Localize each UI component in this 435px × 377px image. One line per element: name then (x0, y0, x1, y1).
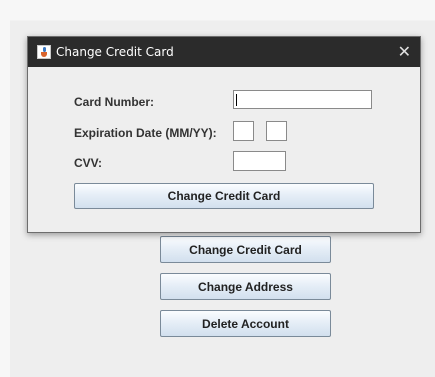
java-cup-icon (37, 45, 51, 59)
submit-change-credit-card-button[interactable]: Change Credit Card (74, 183, 374, 209)
card-number-label: Card Number: (74, 95, 155, 109)
change-address-button[interactable]: Change Address (160, 273, 331, 300)
text-caret (236, 94, 237, 106)
dialog-titlebar: Change Credit Card ✕ (28, 37, 420, 67)
dialog-title: Change Credit Card (56, 45, 174, 59)
expiration-date-label: Expiration Date (MM/YY): (74, 126, 217, 140)
change-credit-card-button[interactable]: Change Credit Card (160, 236, 331, 263)
card-number-field[interactable] (233, 90, 372, 109)
change-credit-card-dialog: Change Credit Card ✕ Card Number: Expira… (27, 36, 421, 233)
expiration-month-field[interactable] (233, 121, 254, 141)
expiration-year-field[interactable] (266, 121, 287, 141)
close-icon[interactable]: ✕ (398, 42, 411, 61)
cvv-field[interactable] (233, 151, 286, 171)
delete-account-button[interactable]: Delete Account (160, 310, 331, 337)
cvv-label: CVV: (74, 156, 103, 170)
